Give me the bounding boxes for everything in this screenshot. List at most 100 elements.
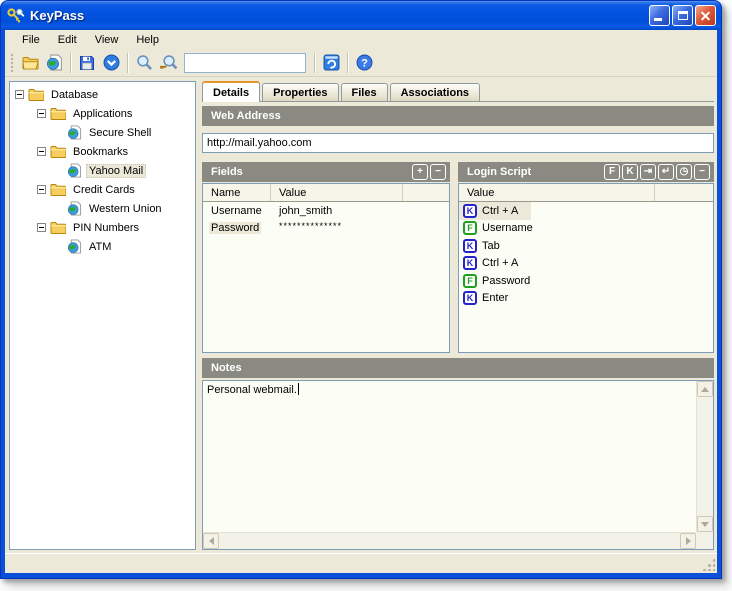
remove-field-button[interactable]: − [430,164,446,180]
field-icon: F [463,221,477,236]
menu-edit[interactable]: Edit [49,32,86,48]
tree-item-western-union[interactable]: Western Union [10,199,195,218]
fields-column-value[interactable]: Value [271,184,403,201]
open-database-icon[interactable] [18,51,42,75]
toolbar-separator [70,52,71,73]
insert-field-button[interactable]: F [604,164,620,180]
close-button[interactable] [695,5,716,26]
key-icon: K [463,291,477,306]
script-step[interactable]: K Ctrl + A [459,255,713,273]
tab-associations[interactable]: Associations [389,83,481,101]
maximize-button[interactable] [672,5,693,26]
minimize-button[interactable] [649,5,670,26]
folder-icon [50,107,66,120]
fields-header: Fields + − [202,162,450,182]
field-value: john_smith [279,205,333,217]
tree-item-bookmarks[interactable]: Bookmarks [10,142,195,161]
tree-item-label: Bookmarks [73,145,129,158]
field-row-password[interactable]: Password ************** [203,220,449,236]
script-column-value[interactable]: Value [459,184,655,201]
tab-files[interactable]: Files [340,83,388,101]
script-step[interactable]: K Ctrl + A [459,202,713,220]
web-entry-icon [67,201,82,216]
tree-item-label: Credit Cards [73,183,135,196]
tree-item-database[interactable]: Database [10,85,195,104]
key-icon: K [463,203,477,218]
tree-item-secure-shell[interactable]: Secure Shell [10,123,195,142]
script-step[interactable]: K Tab [459,237,713,255]
commit-icon[interactable] [99,51,123,75]
folder-icon [50,183,66,196]
remove-step-button[interactable]: − [694,164,710,180]
collapse-icon[interactable] [37,147,46,156]
save-icon[interactable] [75,51,99,75]
web-entry-icon [67,239,82,254]
window-title: KeyPass [30,8,85,23]
script-step[interactable]: F Password [459,272,713,290]
fields-table: Name Value Username john_smith Password [202,183,450,353]
login-script-header: Login Script F K ⇥ ↵ ◷ − [458,162,714,182]
notes-header: Notes [202,358,714,378]
scroll-left-icon[interactable] [203,533,219,549]
tree-item-pin-numbers[interactable]: PIN Numbers [10,218,195,237]
resize-grip[interactable] [702,558,715,571]
toolbar-grip[interactable] [10,52,14,73]
search-icon[interactable] [132,51,156,75]
fields-column-name[interactable]: Name [203,184,271,201]
add-field-button[interactable]: + [412,164,428,180]
field-name-selected: Password [209,222,262,234]
collapse-icon[interactable] [37,109,46,118]
insert-enter-button[interactable]: ↵ [658,164,674,180]
new-web-entry-icon[interactable] [42,51,66,75]
field-value-masked: ************** [279,221,343,231]
auto-type-icon[interactable] [319,51,343,75]
collapse-icon[interactable] [37,185,46,194]
key-icon: K [463,238,477,253]
menu-file[interactable]: File [13,32,49,48]
script-step[interactable]: F Username [459,220,713,238]
tab-properties[interactable]: Properties [262,83,339,101]
tree-item-atm[interactable]: ATM [10,237,195,256]
tree-item-applications[interactable]: Applications [10,104,195,123]
login-script-list: Value K Ctrl + A F Username K Tab K Ctrl… [458,183,714,353]
scroll-down-icon[interactable] [697,516,713,532]
web-address-input[interactable] [202,133,714,153]
collapse-icon[interactable] [37,223,46,232]
field-row-username[interactable]: Username john_smith [203,203,449,219]
tree-item-label: Secure Shell [89,126,152,139]
scroll-right-icon[interactable] [680,533,696,549]
tree-item-yahoo-mail[interactable]: Yahoo Mail [10,161,195,180]
status-bar [5,553,717,573]
insert-key-button[interactable]: K [622,164,638,180]
search-input[interactable] [184,52,306,73]
menu-view[interactable]: View [86,32,128,48]
script-step-label: Enter [482,292,509,305]
collapse-icon[interactable] [15,90,24,99]
menu-bar: File Edit View Help [5,30,717,49]
scrollbar-corner [696,532,713,549]
help-icon[interactable]: ? [352,51,376,75]
notes-text: Personal webmail. [207,384,297,396]
toolbar-separator [347,52,348,73]
tab-details[interactable]: Details [202,81,261,102]
text-caret [297,383,299,395]
menu-help[interactable]: Help [127,32,168,48]
notes-textarea[interactable]: Personal webmail. [202,380,714,550]
scroll-up-icon[interactable] [697,381,713,397]
script-step-label: Password [482,274,531,287]
insert-delay-button[interactable]: ◷ [676,164,692,180]
title-bar: KeyPass [1,1,721,30]
tree-item-credit-cards[interactable]: Credit Cards [10,180,195,199]
key-icon: K [463,256,477,271]
toolbar: ? [5,49,717,77]
find-entry-icon[interactable] [156,51,180,75]
tree-item-label: Database [51,88,99,101]
script-step[interactable]: K Enter [459,290,713,308]
insert-tab-button[interactable]: ⇥ [640,164,656,180]
toolbar-separator [314,52,315,73]
folder-icon [50,221,66,234]
tree-item-label: PIN Numbers [73,221,140,234]
vertical-scrollbar[interactable] [696,381,713,532]
entry-tree: Database Applications Secure Shell Bookm… [9,81,196,550]
horizontal-scrollbar[interactable] [203,532,696,549]
